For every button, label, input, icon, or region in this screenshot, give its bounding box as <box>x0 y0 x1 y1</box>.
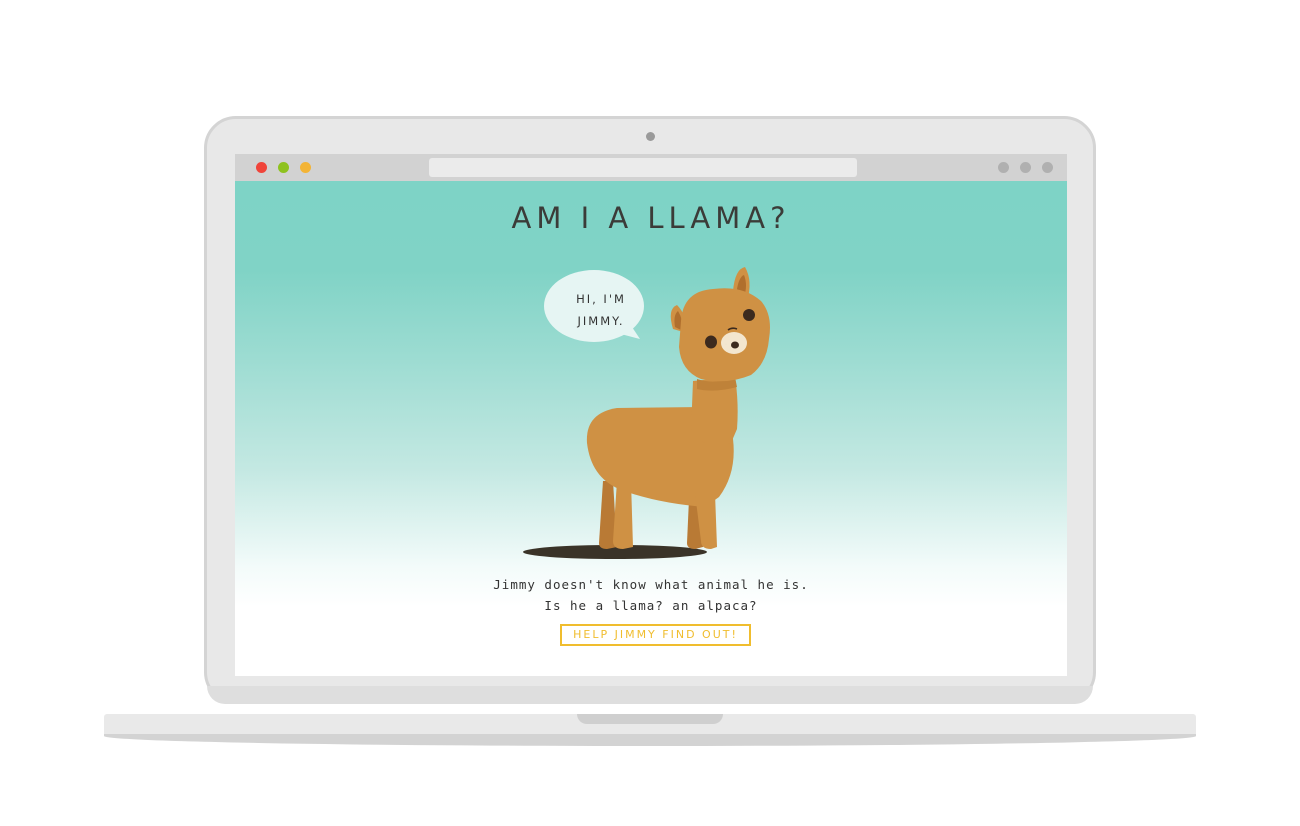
speech-bubble-line: JIMMY. <box>577 314 625 328</box>
laptop-lid-chin <box>207 686 1093 704</box>
description-line: Jimmy doesn't know what animal he is. <box>493 577 809 592</box>
minimize-window-button[interactable] <box>278 162 289 173</box>
intro-description: Jimmy doesn't know what animal he is. Is… <box>235 574 1067 616</box>
web-page: AM I A LLAMA? HI, I'M JIMMY. Jimmy doesn… <box>235 181 1067 676</box>
laptop-opening-notch <box>577 714 723 724</box>
toolbar-dot-icon[interactable] <box>1020 162 1031 173</box>
description-line: Is he a llama? an alpaca? <box>544 598 758 613</box>
laptop-base-bottom <box>104 734 1196 746</box>
laptop-screen: AM I A LLAMA? HI, I'M JIMMY. Jimmy doesn… <box>235 154 1067 676</box>
toolbar-dot-icon[interactable] <box>998 162 1009 173</box>
camera-icon <box>646 132 655 141</box>
speech-bubble-text: HI, I'M JIMMY. <box>545 288 657 332</box>
help-jimmy-button[interactable]: HELP JIMMY FIND OUT! <box>560 624 751 646</box>
close-window-button[interactable] <box>256 162 267 173</box>
zoom-window-button[interactable] <box>300 162 311 173</box>
address-bar[interactable] <box>429 158 857 177</box>
toolbar-dot-icon[interactable] <box>1042 162 1053 173</box>
laptop-mockup: AM I A LLAMA? HI, I'M JIMMY. Jimmy doesn… <box>0 0 1300 826</box>
browser-toolbar <box>235 154 1067 181</box>
speech-bubble-line: HI, I'M <box>576 292 626 306</box>
